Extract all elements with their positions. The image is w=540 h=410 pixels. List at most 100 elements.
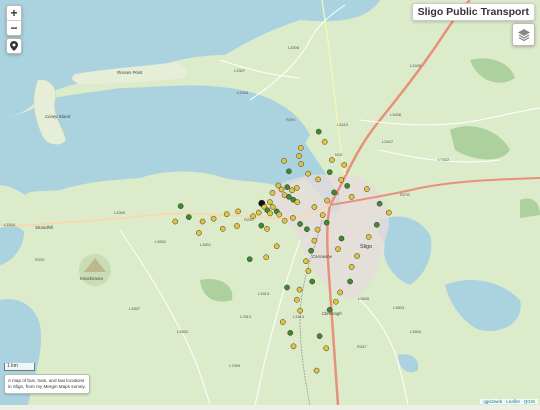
- road-label: L7422: [438, 157, 450, 162]
- transit-stop-marker[interactable]: [303, 258, 309, 265]
- transit-stop-marker[interactable]: [314, 226, 321, 233]
- transit-stop-marker[interactable]: [267, 199, 273, 205]
- transit-stop-marker[interactable]: [250, 213, 256, 220]
- transit-stop-marker[interactable]: [323, 345, 330, 352]
- transit-stop-marker[interactable]: [281, 217, 288, 224]
- transit-stop-marker[interactable]: [290, 215, 296, 221]
- transit-stop-marker[interactable]: [298, 161, 305, 167]
- transit-stop-marker[interactable]: [348, 193, 355, 200]
- transit-stop-marker[interactable]: [273, 243, 280, 250]
- transit-stop-marker[interactable]: [255, 209, 262, 216]
- transit-stop-marker[interactable]: [219, 225, 226, 232]
- road-label: L3306: [288, 45, 300, 50]
- transit-stop-marker[interactable]: [297, 307, 303, 314]
- transit-stop-marker[interactable]: [269, 189, 276, 196]
- transit-stop-marker[interactable]: [347, 278, 353, 285]
- transit-stop-marker[interactable]: [305, 268, 312, 274]
- transit-stop-marker[interactable]: [376, 200, 383, 207]
- transit-stop-marker[interactable]: [373, 221, 380, 228]
- transit-stop-marker[interactable]: [210, 215, 217, 222]
- transit-stop-marker[interactable]: [324, 197, 330, 204]
- transit-stop-marker[interactable]: [296, 153, 302, 159]
- transit-stop-marker[interactable]: [323, 219, 330, 226]
- transit-stop-marker[interactable]: [279, 319, 286, 325]
- transit-stop-marker[interactable]: [313, 367, 320, 374]
- road-label: R291: [286, 117, 296, 122]
- transit-stop-marker[interactable]: [284, 284, 290, 291]
- transit-stop-marker[interactable]: [385, 209, 392, 216]
- transit-stop-marker[interactable]: [338, 176, 344, 183]
- transit-stop-marker[interactable]: [341, 161, 348, 168]
- transit-stop-marker[interactable]: [235, 208, 241, 215]
- transit-stop-marker[interactable]: [289, 187, 295, 194]
- road-label: L7513: [240, 314, 252, 319]
- transit-stop-marker[interactable]: [354, 253, 360, 259]
- transit-stop-marker[interactable]: [337, 289, 344, 296]
- transit-stop-marker[interactable]: [304, 226, 310, 233]
- transit-stop-marker[interactable]: [338, 235, 345, 242]
- zoom-in-button[interactable]: +: [7, 6, 21, 20]
- transit-stop-marker[interactable]: [172, 218, 179, 225]
- road-label: L3308: [237, 90, 249, 95]
- transit-stop-marker[interactable]: [311, 204, 318, 210]
- transit-stop-marker[interactable]: [263, 254, 270, 261]
- transit-stop-marker[interactable]: [185, 214, 192, 220]
- transit-stop-marker[interactable]: [315, 176, 321, 183]
- road-label: L3410: [337, 122, 349, 127]
- zoom-out-button[interactable]: −: [7, 20, 21, 35]
- transit-stop-marker[interactable]: [276, 211, 283, 218]
- map-canvas[interactable]: L3307 L3308 L3306 L2405 L3410 L3407 L340…: [0, 0, 540, 406]
- road-label: L3414: [293, 314, 305, 319]
- road-label: L3307: [234, 68, 246, 73]
- transit-stop-marker[interactable]: [311, 237, 318, 244]
- transit-stop-marker[interactable]: [286, 168, 292, 175]
- transit-stop-marker[interactable]: [246, 256, 253, 263]
- transit-stop-marker[interactable]: [344, 183, 351, 189]
- transit-stop-marker[interactable]: [296, 286, 303, 293]
- transit-stop-marker[interactable]: [258, 222, 265, 229]
- attribution[interactable]: qgis2web · Leaflet · QGIS: [480, 399, 538, 404]
- transit-stop-marker[interactable]: [319, 212, 326, 218]
- road-label: L3502: [177, 329, 189, 334]
- road-label: L2405: [410, 63, 422, 68]
- transit-stop-marker[interactable]: [316, 333, 323, 339]
- transit-stop-marker[interactable]: [281, 157, 287, 164]
- transit-stop-marker[interactable]: [297, 144, 304, 151]
- transit-stop-marker[interactable]: [290, 343, 297, 350]
- transit-stop-marker[interactable]: [326, 306, 333, 313]
- transit-stop-marker[interactable]: [264, 225, 270, 232]
- road-label: L3304: [4, 222, 16, 227]
- locate-button[interactable]: [6, 38, 22, 54]
- transit-stop-marker[interactable]: [365, 234, 372, 240]
- transit-stop-marker[interactable]: [293, 185, 300, 191]
- transit-stop-marker[interactable]: [331, 189, 337, 196]
- transit-stop-marker[interactable]: [223, 211, 230, 218]
- transit-stop-marker[interactable]: [234, 223, 240, 229]
- transit-stop-marker[interactable]: [309, 278, 316, 285]
- map-title: Sligo Public Transport: [411, 3, 535, 21]
- transit-stop-marker[interactable]: [297, 221, 303, 227]
- transit-stop-marker[interactable]: [293, 296, 300, 303]
- transit-stop-marker[interactable]: [269, 204, 276, 210]
- transit-stop-marker[interactable]: [284, 184, 291, 190]
- transit-stop-marker[interactable]: [335, 246, 341, 252]
- transit-stop-marker[interactable]: [332, 298, 339, 305]
- transit-stop-marker[interactable]: [321, 138, 328, 145]
- transit-stop-marker[interactable]: [315, 128, 322, 135]
- transit-stop-marker[interactable]: [199, 218, 206, 225]
- transit-stop-marker[interactable]: [364, 186, 370, 192]
- road-label: L3507: [129, 306, 141, 311]
- transit-stop-marker[interactable]: [278, 186, 285, 193]
- transit-stop-marker[interactable]: [329, 157, 335, 163]
- transit-stop-marker[interactable]: [305, 170, 312, 177]
- transit-stop-marker[interactable]: [177, 203, 184, 209]
- transit-stop-marker[interactable]: [196, 230, 202, 236]
- transit-stop-marker[interactable]: [326, 169, 333, 175]
- transit-stop-marker[interactable]: [267, 210, 273, 217]
- transit-stop-marker[interactable]: [287, 330, 294, 336]
- transit-stop-marker[interactable]: [294, 199, 301, 205]
- transit-stop-marker[interactable]: [348, 264, 355, 270]
- zoom-control: + −: [6, 5, 22, 36]
- transit-stop-marker[interactable]: [308, 247, 314, 254]
- layers-button[interactable]: [512, 23, 535, 46]
